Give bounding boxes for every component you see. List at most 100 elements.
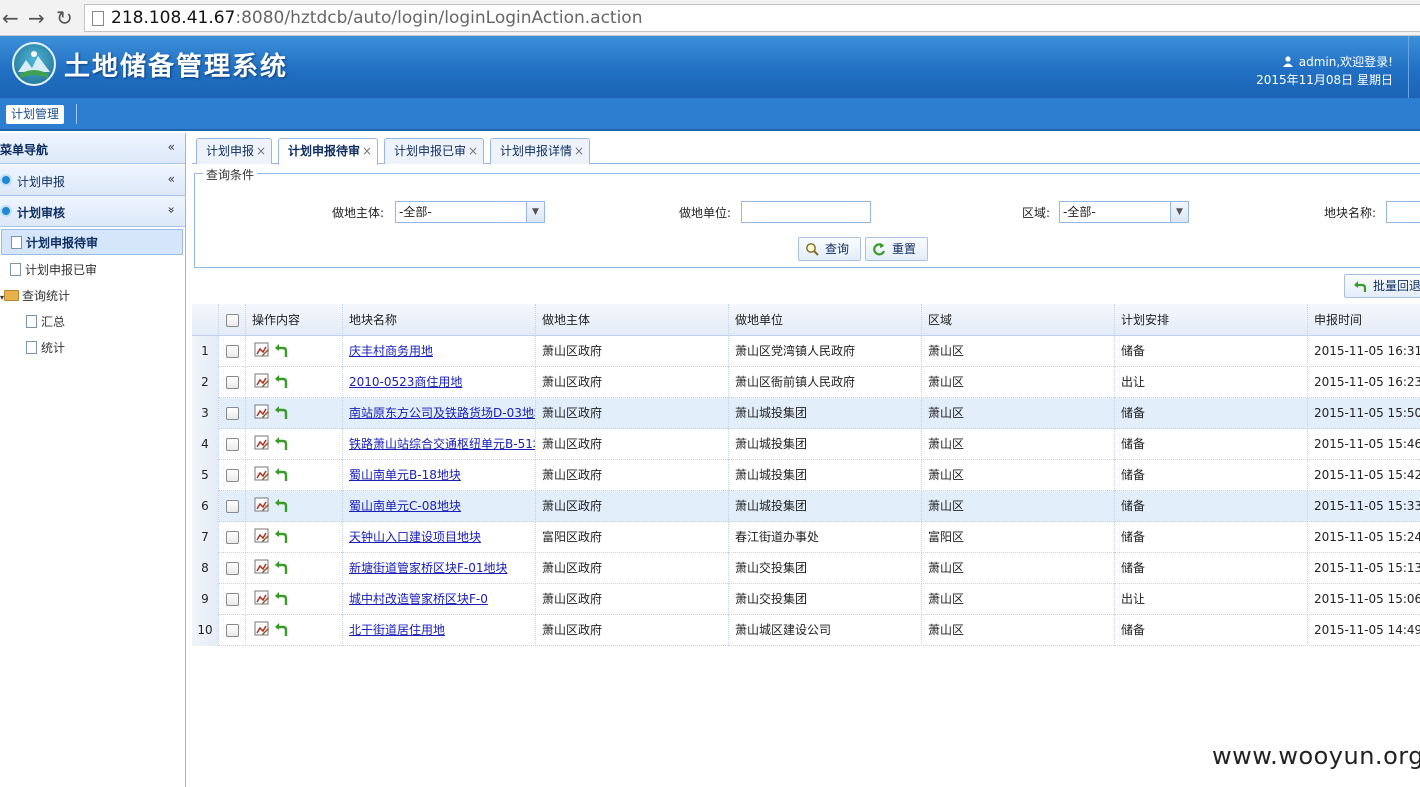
header-plot-name[interactable]: 地块名称 (343, 304, 536, 336)
header-plan[interactable]: 计划安排 (1115, 304, 1308, 336)
plot-name-link[interactable]: 庆丰村商务用地 (349, 344, 433, 358)
select-all-checkbox[interactable] (226, 314, 239, 327)
edit-review-icon[interactable] (254, 621, 270, 637)
sidebar-item-reviewed[interactable]: 计划申报已审 (10, 257, 97, 283)
plot-name-link[interactable]: 天钟山入口建设项目地块 (349, 530, 481, 544)
tab-plan-pending[interactable]: 计划申报待审 × (278, 138, 378, 165)
plot-name-link[interactable]: 南站原东方公司及铁路货场D-03地块 (349, 406, 535, 420)
row-checkbox[interactable] (226, 500, 239, 513)
table-row[interactable]: 10 北干街道居住用地 萧山区政府 萧山城区建设公司 萧山区 储备 2015-11-05 1… (192, 615, 1420, 646)
table-row[interactable]: 2 2010-0523商住用地 萧山区政府 萧山区衙前镇人民政府 萧山区 出让 2015-1… (192, 367, 1420, 398)
rollback-icon[interactable] (274, 497, 288, 513)
area-select[interactable]: -全部- ▼ (1059, 201, 1189, 223)
sidebar-section-plan-report[interactable]: 计划申报 « (0, 165, 185, 196)
cell-unit: 萧山区衙前镇人民政府 (729, 367, 922, 398)
row-select (219, 491, 246, 522)
chevron-down-icon[interactable]: ▼ (1170, 202, 1188, 222)
table-row[interactable]: 5 蜀山南单元B-18地块 萧山区政府 萧山城投集团 萧山区 储备 2015-11-05 1… (192, 460, 1420, 491)
address-bar[interactable]: 218.108.41.67:8080/hztdcb/auto/login/log… (84, 4, 1420, 32)
document-icon (26, 315, 37, 328)
chevron-down-icon[interactable]: ▼ (526, 202, 544, 222)
rollback-icon[interactable] (274, 528, 288, 544)
edit-review-icon[interactable] (254, 528, 270, 544)
edit-review-icon[interactable] (254, 373, 270, 389)
unit-input[interactable] (741, 201, 871, 223)
row-checkbox[interactable] (226, 407, 239, 420)
nav-tab-plan-management[interactable]: 计划管理 (6, 105, 65, 124)
row-checkbox[interactable] (226, 531, 239, 544)
rollback-icon[interactable] (274, 435, 288, 451)
rollback-icon[interactable] (274, 590, 288, 606)
url-text[interactable]: 218.108.41.67:8080/hztdcb/auto/login/log… (111, 8, 643, 28)
edit-review-icon[interactable] (254, 435, 270, 451)
row-checkbox[interactable] (226, 562, 239, 575)
batch-rollback-button[interactable]: 批量回退 (1344, 274, 1420, 298)
edit-review-icon[interactable] (254, 466, 270, 482)
collapse-sidebar-icon[interactable]: « (168, 140, 175, 154)
rollback-icon[interactable] (274, 621, 288, 637)
edit-review-icon[interactable] (254, 497, 270, 513)
header-operations[interactable]: 操作内容 (246, 304, 343, 336)
tab-plan-reviewed[interactable]: 计划申报已审 × (384, 138, 484, 164)
table-row[interactable]: 7 天钟山入口建设项目地块 富阳区政府 春江街道办事处 富阳区 储备 2015-11-05 … (192, 522, 1420, 553)
logo-icon (12, 42, 56, 86)
row-checkbox[interactable] (226, 593, 239, 606)
plot-name-link[interactable]: 北干街道居住用地 (349, 623, 445, 637)
close-icon[interactable]: × (362, 139, 372, 164)
table-row[interactable]: 6 蜀山南单元C-08地块 萧山区政府 萧山城投集团 萧山区 储备 2015-11-05 1… (192, 491, 1420, 522)
table-row[interactable]: 4 铁路萧山站综合交通枢纽单元B-51地块萧山区政府萧山城投集团萧山区储备 2015… (192, 429, 1420, 460)
table-row[interactable]: 1 庆丰村商务用地 萧山区政府 萧山区党湾镇人民政府 萧山区 储备 2015-11-05 1… (192, 336, 1420, 367)
sidebar-item-query-stats[interactable]: ▾ 查询统计 (0, 283, 70, 309)
edit-review-icon[interactable] (254, 559, 270, 575)
table-row[interactable]: 3 南站原东方公司及铁路货场D-03地块 萧山区政府 萧山城投集团 萧山区 储备 2015-… (192, 398, 1420, 429)
row-checkbox[interactable] (226, 469, 239, 482)
rollback-icon[interactable] (274, 373, 288, 389)
plot-name-link[interactable]: 城中村改造管家桥区块F-0 (349, 592, 488, 606)
cell-area: 萧山区 (922, 584, 1115, 615)
plot-name-link[interactable]: 新塘街道管家桥区块F-01地块 (349, 561, 508, 575)
row-checkbox[interactable] (226, 376, 239, 389)
reset-button[interactable]: 重置 (865, 237, 928, 261)
cell-subject: 萧山区政府 (536, 429, 729, 460)
plot-name-link[interactable]: 蜀山南单元B-18地块 (349, 468, 461, 482)
edit-review-icon[interactable] (254, 404, 270, 420)
plot-name-link[interactable]: 铁路萧山站综合交通枢纽单元B-51地块 (349, 437, 535, 451)
collapse-chevron-icon[interactable]: » (164, 206, 178, 213)
close-icon[interactable]: × (256, 139, 266, 164)
edit-review-icon[interactable] (254, 590, 270, 606)
table-row[interactable]: 8 新塘街道管家桥区块F-01地块 萧山区政府 萧山交投集团 萧山区 储备 2015-11-… (192, 553, 1420, 584)
sidebar-item-statistics[interactable]: 统计 (26, 335, 65, 361)
rollback-icon[interactable] (274, 559, 288, 575)
header-subject[interactable]: 做地主体 (536, 304, 729, 336)
header-area[interactable]: 区域 (922, 304, 1115, 336)
search-button[interactable]: 查询 (798, 237, 861, 261)
name-input[interactable] (1386, 201, 1420, 223)
cell-unit: 萧山城投集团 (729, 398, 922, 429)
header-unit[interactable]: 做地单位 (729, 304, 922, 336)
rollback-icon[interactable] (274, 342, 288, 358)
table-row[interactable]: 9 城中村改造管家桥区块F-0 萧山区政府 萧山交投集团 萧山区 出让 2015-11-05… (192, 584, 1420, 615)
sidebar-item-label: 统计 (41, 341, 66, 355)
reload-icon[interactable]: ↻ (56, 6, 73, 30)
sidebar-item-summary[interactable]: 汇总 (26, 309, 65, 335)
subject-select[interactable]: -全部- ▼ (395, 201, 545, 223)
sidebar-section-plan-review[interactable]: 计划审核 » (0, 196, 185, 227)
close-icon[interactable]: × (574, 139, 584, 164)
tab-plan-report[interactable]: 计划申报 × (196, 138, 272, 164)
header-time[interactable]: 申报时间 (1308, 304, 1420, 336)
sidebar-item-pending[interactable]: 计划申报待审 (1, 229, 183, 255)
row-checkbox[interactable] (226, 345, 239, 358)
cell-plan: 出让 (1115, 584, 1308, 615)
close-icon[interactable]: × (468, 139, 478, 164)
rollback-icon[interactable] (274, 466, 288, 482)
forward-arrow-icon[interactable]: → (28, 6, 45, 30)
row-checkbox[interactable] (226, 438, 239, 451)
edit-review-icon[interactable] (254, 342, 270, 358)
rollback-icon[interactable] (274, 404, 288, 420)
tab-plan-detail[interactable]: 计划申报详情 × (490, 138, 590, 164)
plot-name-link[interactable]: 2010-0523商住用地 (349, 375, 462, 389)
plot-name-link[interactable]: 蜀山南单元C-08地块 (349, 499, 461, 513)
row-checkbox[interactable] (226, 624, 239, 637)
expand-chevron-icon[interactable]: « (168, 172, 175, 186)
back-arrow-icon[interactable]: ← (2, 6, 19, 30)
